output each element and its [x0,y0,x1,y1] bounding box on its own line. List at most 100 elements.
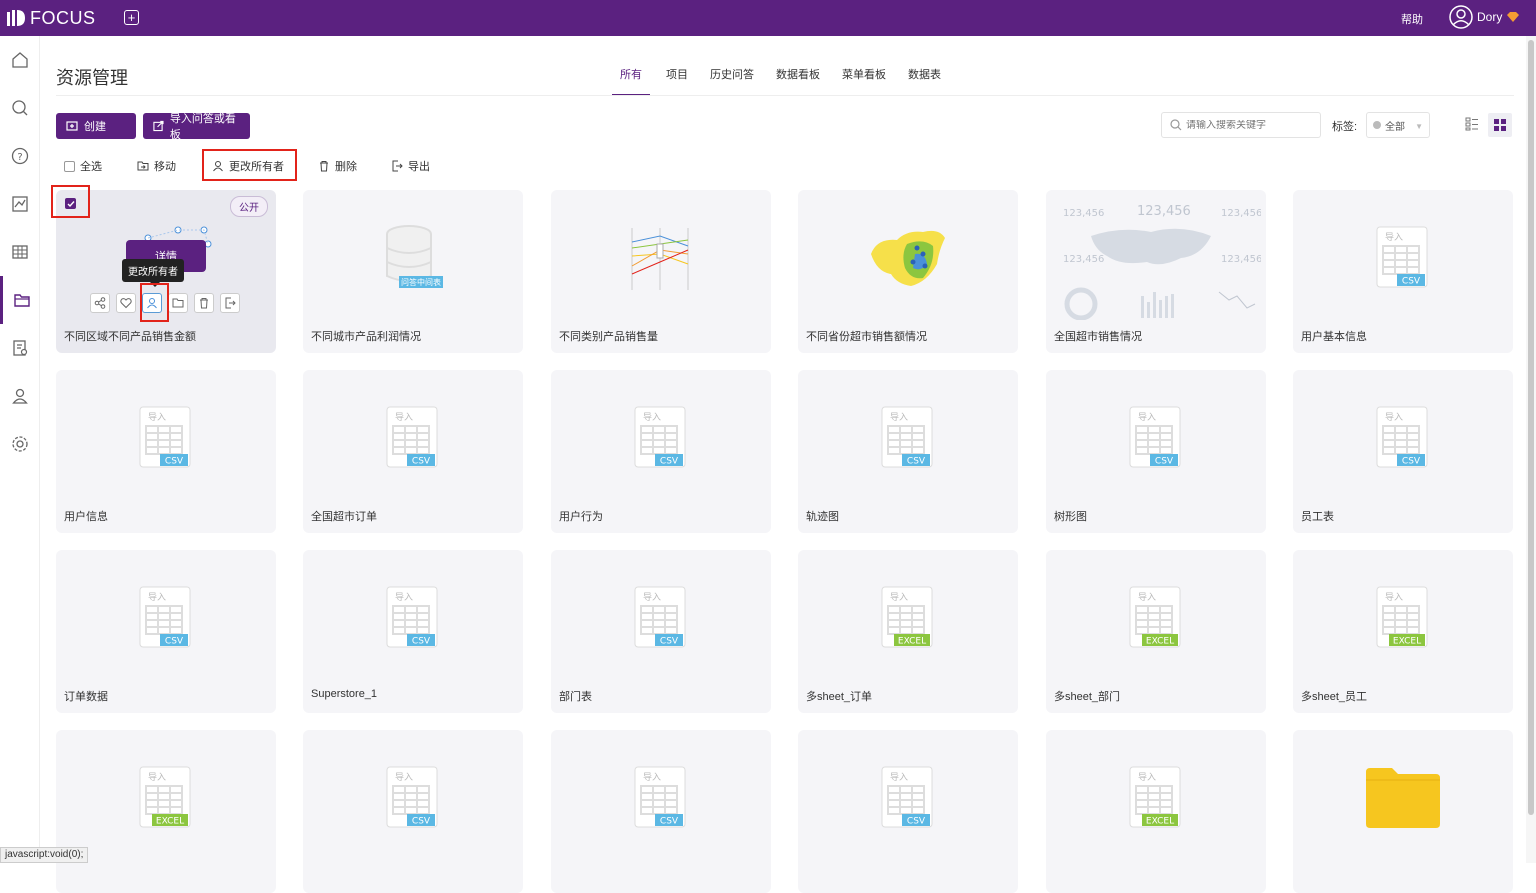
tab-all[interactable]: 所有 [612,60,650,96]
resource-card[interactable] [1293,730,1513,893]
resource-card[interactable]: 导入 EXCEL [1046,730,1266,893]
scrollbar-thumb[interactable] [1528,40,1534,815]
resource-card[interactable]: 导入 CSV [303,730,523,893]
card-label: 不同城市产品利润情况 [311,331,421,343]
export-icon [391,160,403,172]
file-type-tag: CSV [1402,277,1421,287]
delete-button[interactable]: 删除 [318,158,357,174]
resource-card[interactable]: 导入 EXCEL [56,730,276,893]
resource-card[interactable]: 导入 CSV 用户基本信息 [1293,190,1513,353]
file-type-tag: CSV [412,817,431,827]
share-icon [94,297,106,309]
import-label: 导入问答或看板 [169,113,236,141]
file-type-tag: EXCEL [1393,637,1421,647]
search-icon[interactable] [0,84,40,132]
import-text: 导入 [395,772,413,783]
share-button[interactable] [90,293,110,313]
search-input[interactable] [1186,119,1306,131]
export-card-button[interactable] [220,293,240,313]
file-type-tag: CSV [660,817,679,827]
import-text: 导入 [148,592,166,603]
tag-select[interactable]: 全部 ▼ [1366,112,1430,138]
search-icon [1170,119,1182,131]
resource-card[interactable]: 导入 CSV 用户信息 [56,370,276,533]
trash-icon [318,160,330,172]
sidebar: ? [0,36,40,863]
gear-icon[interactable] [0,420,40,468]
svg-text:?: ? [17,152,22,163]
delete-card-button[interactable] [194,293,214,313]
tag-dot-icon [1373,121,1381,129]
file-thumbnail-icon: 导入 CSV [139,586,191,648]
add-tab-button[interactable]: + [124,10,139,25]
help-icon[interactable]: ? [0,132,40,180]
resource-card[interactable]: 123,456 123,456 123,456 123,456 123,456 全国超… [1046,190,1266,353]
tab-project[interactable]: 项目 [666,60,688,96]
resource-card[interactable]: 导入 CSV 全国超市订单 [303,370,523,533]
move-button[interactable]: 移动 [137,158,176,174]
public-badge[interactable]: 公开 [230,196,268,217]
resource-card[interactable]: 导入 EXCEL 多sheet_员工 [1293,550,1513,713]
resource-card[interactable]: 导入 EXCEL 多sheet_部门 [1046,550,1266,713]
card-label: 全国超市销售情况 [1054,331,1142,343]
tab-menu-board[interactable]: 菜单看板 [842,60,886,96]
highlight-box [51,185,90,218]
svg-text:123,456: 123,456 [1137,204,1191,219]
resource-card[interactable]: 导入 CSV 树形图 [1046,370,1266,533]
resource-card[interactable]: 导入 CSV [798,730,1018,893]
favorite-button[interactable] [116,293,136,313]
file-thumbnail-icon: 导入 EXCEL [1376,586,1428,648]
import-text: 导入 [643,412,661,423]
file-thumbnail-icon: 导入 EXCEL [881,586,933,648]
resource-card[interactable]: 导入 CSV 订单数据 [56,550,276,713]
tab-dashboard[interactable]: 数据看板 [776,60,820,96]
import-text: 导入 [148,412,166,423]
select-all-label: 全选 [80,161,102,173]
resource-card[interactable]: 不同类别产品销售量 [551,190,771,353]
select-all[interactable]: 全选 [64,158,102,174]
list-view-icon [1465,117,1478,131]
help-link[interactable]: 帮助 [1401,11,1423,27]
import-text: 导入 [890,772,908,783]
resource-card[interactable]: 不同省份超市销售额情况 [798,190,1018,353]
resource-card[interactable]: 导入 EXCEL 多sheet_订单 [798,550,1018,713]
file-thumbnail-icon: 导入 CSV [1129,406,1181,468]
user-menu[interactable]: Dory [1449,5,1520,29]
resource-card[interactable]: 导入 CSV 部门表 [551,550,771,713]
tab-data-table[interactable]: 数据表 [908,60,941,96]
list-view-button[interactable] [1462,114,1482,134]
create-button[interactable]: 创建 [56,113,136,139]
logo[interactable]: FOCUS [6,8,96,29]
grid-view-button[interactable] [1488,113,1512,137]
home-icon[interactable] [0,36,40,84]
move-card-button[interactable] [168,293,188,313]
file-thumbnail-icon: 导入 CSV [634,766,686,828]
resource-card[interactable]: 导入 CSV Superstore_1 [303,550,523,713]
search-field[interactable] [1161,112,1321,138]
report-settings-icon[interactable] [0,324,40,372]
table-icon[interactable] [0,228,40,276]
file-type-tag: CSV [1402,457,1421,467]
folder-icon[interactable] [0,276,40,324]
file-type-tag: EXCEL [1146,637,1174,647]
import-text: 导入 [395,592,413,603]
resource-card[interactable]: 导入 CSV 轨迹图 [798,370,1018,533]
file-thumbnail-icon: 导入 EXCEL [139,766,191,828]
svg-text:123,456: 123,456 [1221,208,1261,219]
import-button[interactable]: 导入问答或看板 [143,113,250,141]
top-bar: FOCUS + 帮助 Dory [0,0,1536,36]
chart-icon[interactable] [0,180,40,228]
resource-card[interactable]: 导入 CSV 员工表 [1293,370,1513,533]
user-icon[interactable] [0,372,40,420]
grid-view-icon [1494,119,1506,131]
header-divider [56,95,1514,96]
file-thumbnail-icon: 导入 CSV [386,406,438,468]
file-type-tag: CSV [660,457,679,467]
resource-card[interactable]: 导入 CSV 用户行为 [551,370,771,533]
export-button[interactable]: 导出 [391,158,430,174]
import-text: 导入 [1138,592,1156,603]
resource-card[interactable]: 问答中间表 不同城市产品利润情况 [303,190,523,353]
tooltip: 更改所有者 [122,259,184,287]
tab-history[interactable]: 历史问答 [710,60,754,96]
resource-card[interactable]: 导入 CSV [551,730,771,893]
